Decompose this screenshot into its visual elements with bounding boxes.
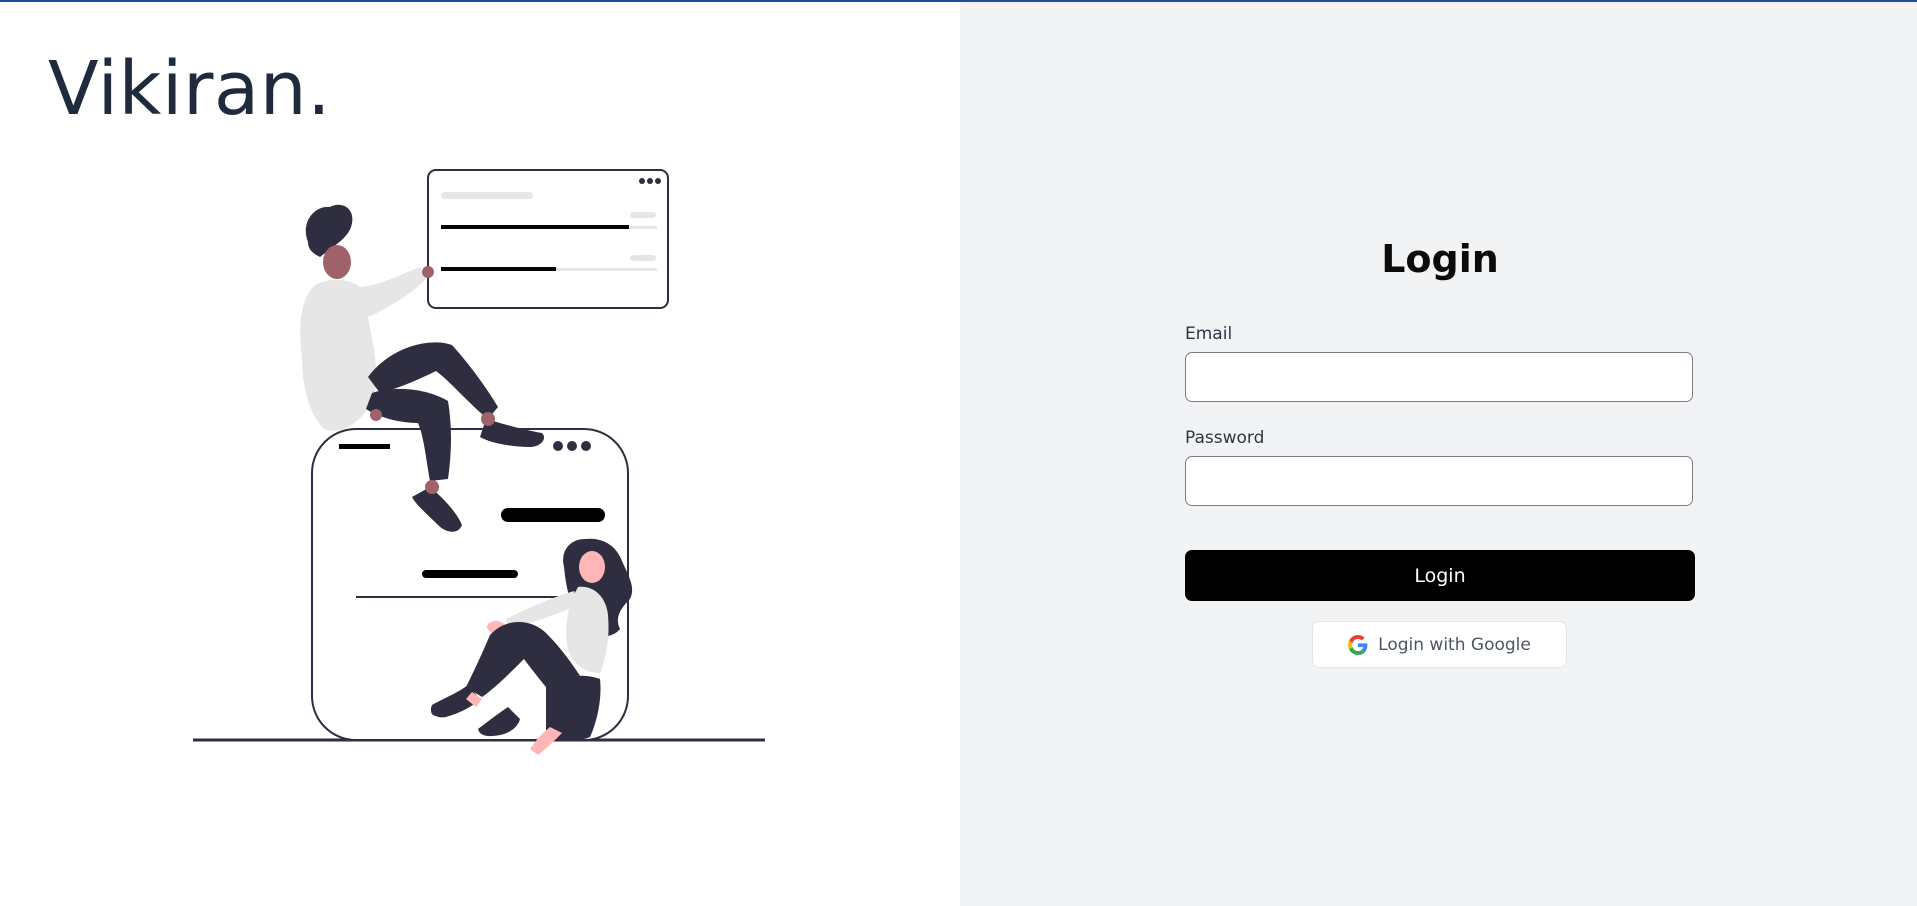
login-title: Login	[1381, 237, 1499, 281]
brand-logo-text: Vikiran.	[48, 46, 332, 132]
login-form: Login Email Password Login Login with Go…	[1185, 237, 1695, 668]
password-field[interactable]	[1185, 456, 1693, 506]
right-panel	[960, 2, 1917, 906]
email-label: Email	[1185, 324, 1233, 344]
password-label: Password	[1185, 428, 1265, 448]
google-login-label: Login with Google	[1378, 634, 1531, 655]
email-field[interactable]	[1185, 352, 1693, 402]
login-button[interactable]: Login	[1185, 550, 1695, 601]
google-g-icon	[1348, 634, 1368, 655]
google-login-button[interactable]: Login with Google	[1312, 621, 1567, 668]
login-illustration	[193, 169, 765, 755]
left-panel: Vikiran.	[0, 2, 960, 906]
